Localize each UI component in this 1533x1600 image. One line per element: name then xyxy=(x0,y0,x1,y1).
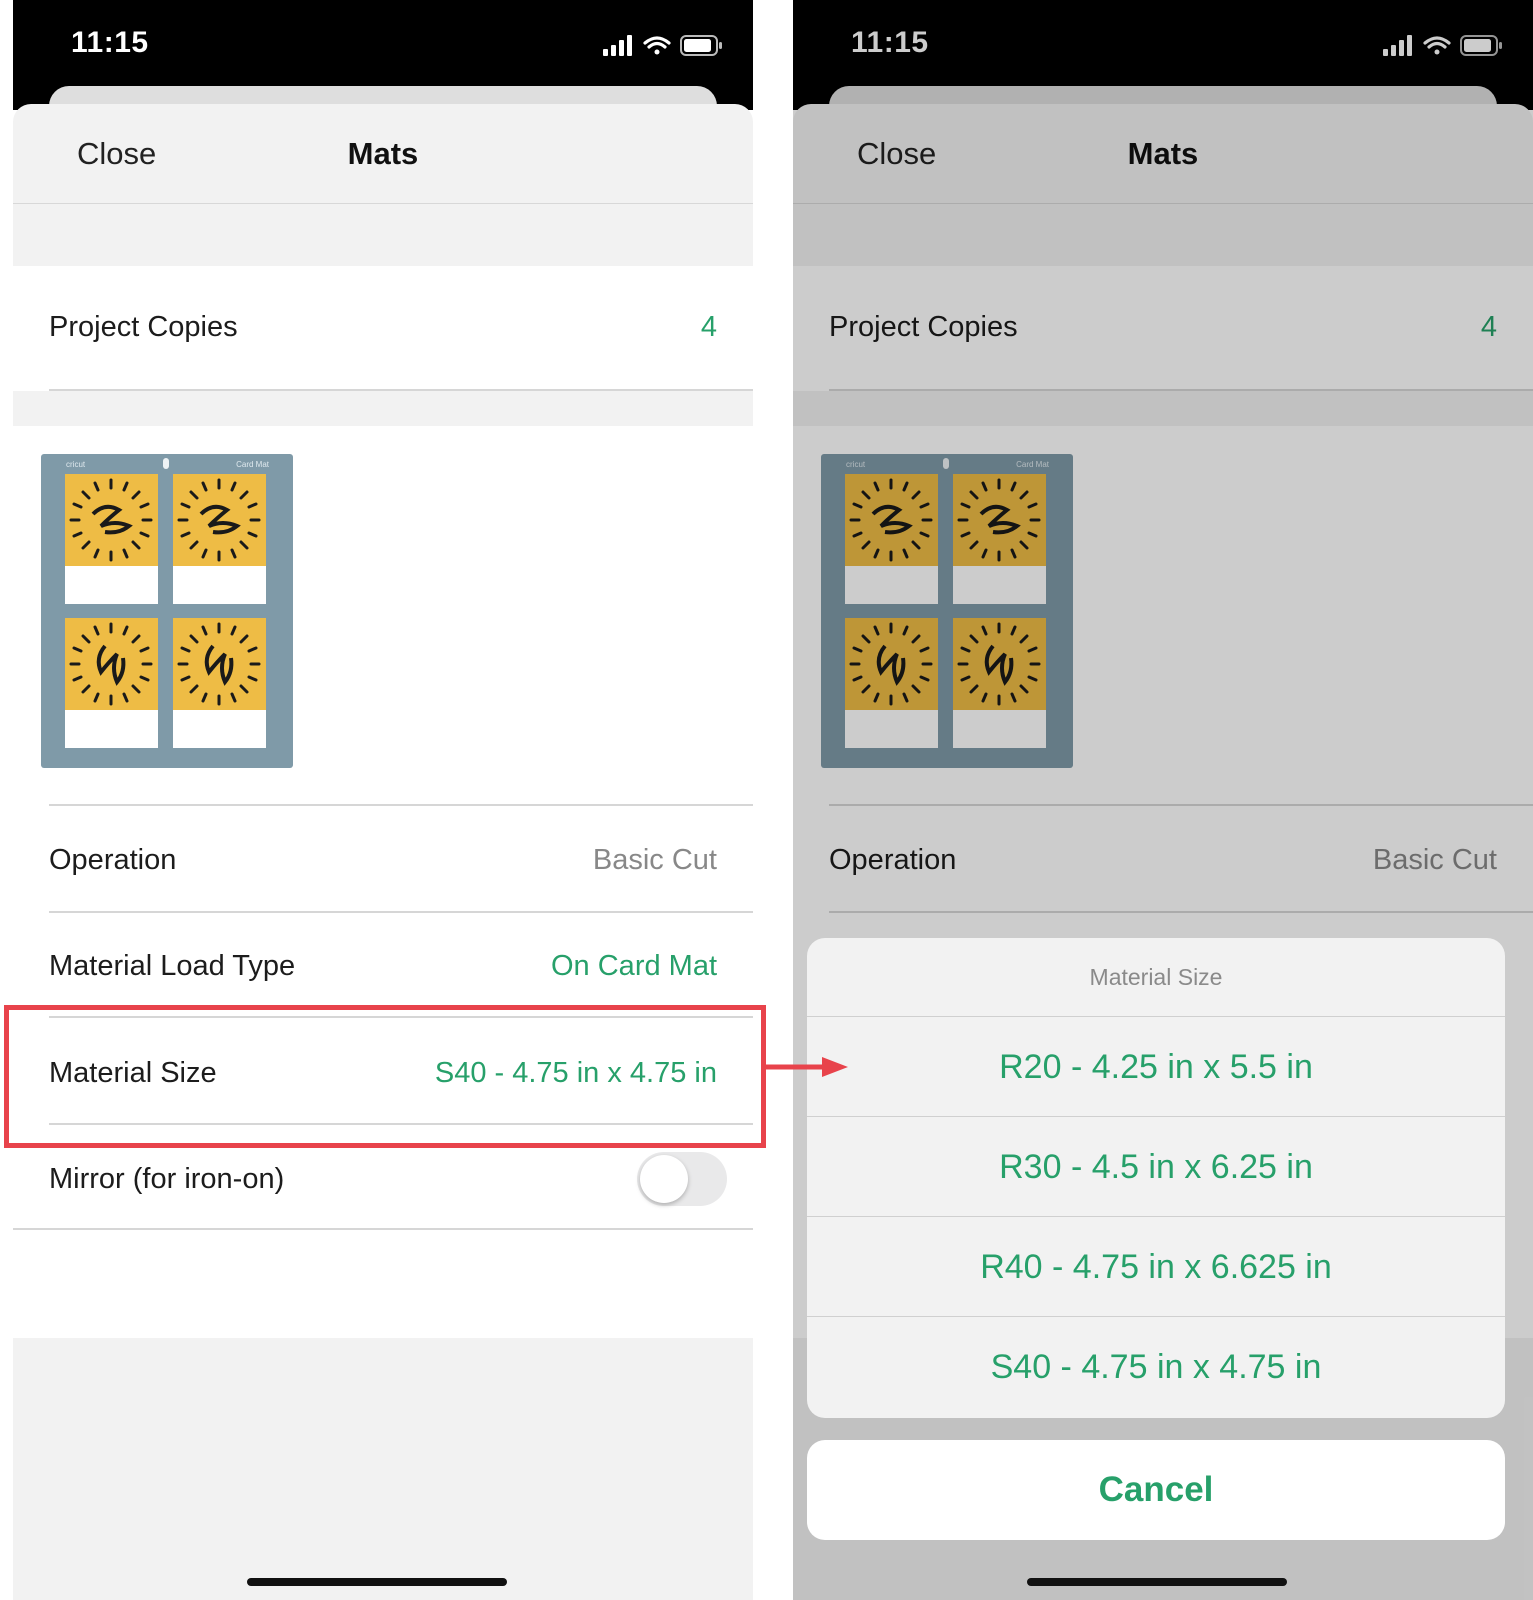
navigation-bar: Close Mats xyxy=(13,104,753,204)
project-copies-row[interactable]: Project Copies 4 xyxy=(13,266,753,391)
mats-sheet: Close Mats Project Copies 4 cricut Card … xyxy=(13,104,753,1600)
phone-screen-material-size-picker: 11:15 Close Mats Project Copies 4 cricut… xyxy=(793,0,1533,1600)
battery-icon xyxy=(680,35,722,56)
card-thumbnail xyxy=(173,474,266,604)
card-thumbnail xyxy=(65,618,158,748)
material-size-option-s40[interactable]: S40 - 4.75 in x 4.75 in xyxy=(807,1316,1505,1416)
divider xyxy=(49,911,753,913)
divider xyxy=(49,389,753,391)
page-title: Mats xyxy=(347,136,419,171)
action-sheet-title: Material Size xyxy=(1089,964,1223,990)
card-thumbnail xyxy=(173,618,266,748)
thank-you-art-icon xyxy=(177,478,261,562)
arrow-right-icon xyxy=(766,1057,848,1077)
mat-brand-logo: cricut xyxy=(66,460,86,469)
phone-screen-settings: 11:15 Close Mats Project Copies 4 cricut… xyxy=(13,0,753,1600)
toggle-knob xyxy=(640,1155,688,1203)
material-size-highlight-box xyxy=(4,1005,766,1148)
card-thumbnail xyxy=(65,474,158,604)
divider xyxy=(49,804,753,806)
mirror-label: Mirror (for iron-on) xyxy=(49,1163,285,1195)
mirror-toggle[interactable] xyxy=(637,1152,727,1206)
project-copies-value[interactable]: 4 xyxy=(701,311,717,344)
material-load-type-label: Material Load Type xyxy=(49,950,296,982)
thank-you-art-icon xyxy=(177,622,261,706)
home-indicator[interactable] xyxy=(1027,1578,1287,1586)
material-size-option-r20[interactable]: R20 - 4.25 in x 5.5 in xyxy=(807,1016,1505,1116)
operation-value[interactable]: Basic Cut xyxy=(593,844,717,877)
material-load-type-value[interactable]: On Card Mat xyxy=(551,950,717,983)
divider xyxy=(13,1228,753,1230)
thank-you-art-icon xyxy=(69,478,153,562)
cancel-button[interactable]: Cancel xyxy=(807,1440,1505,1540)
home-indicator[interactable] xyxy=(247,1578,507,1586)
wifi-icon xyxy=(643,36,671,55)
thank-you-art-icon xyxy=(69,622,153,706)
material-size-option-r40[interactable]: R40 - 4.75 in x 6.625 in xyxy=(807,1216,1505,1316)
mat-slot xyxy=(163,458,169,469)
operation-label: Operation xyxy=(49,844,177,876)
mat-preview[interactable]: cricut Card Mat xyxy=(41,454,293,768)
mat-settings-group: cricut Card Mat Operation Basic Cut xyxy=(13,426,753,1338)
status-time: 11:15 xyxy=(71,26,149,59)
material-size-action-sheet: Material Size R20 - 4.25 in x 5.5 in R30… xyxy=(807,938,1505,1418)
cellular-signal-icon xyxy=(603,35,632,56)
material-size-option-r30[interactable]: R30 - 4.5 in x 6.25 in xyxy=(807,1116,1505,1216)
project-copies-label: Project Copies xyxy=(49,311,238,343)
status-icons xyxy=(603,34,723,58)
mat-label: Card Mat xyxy=(236,460,269,469)
